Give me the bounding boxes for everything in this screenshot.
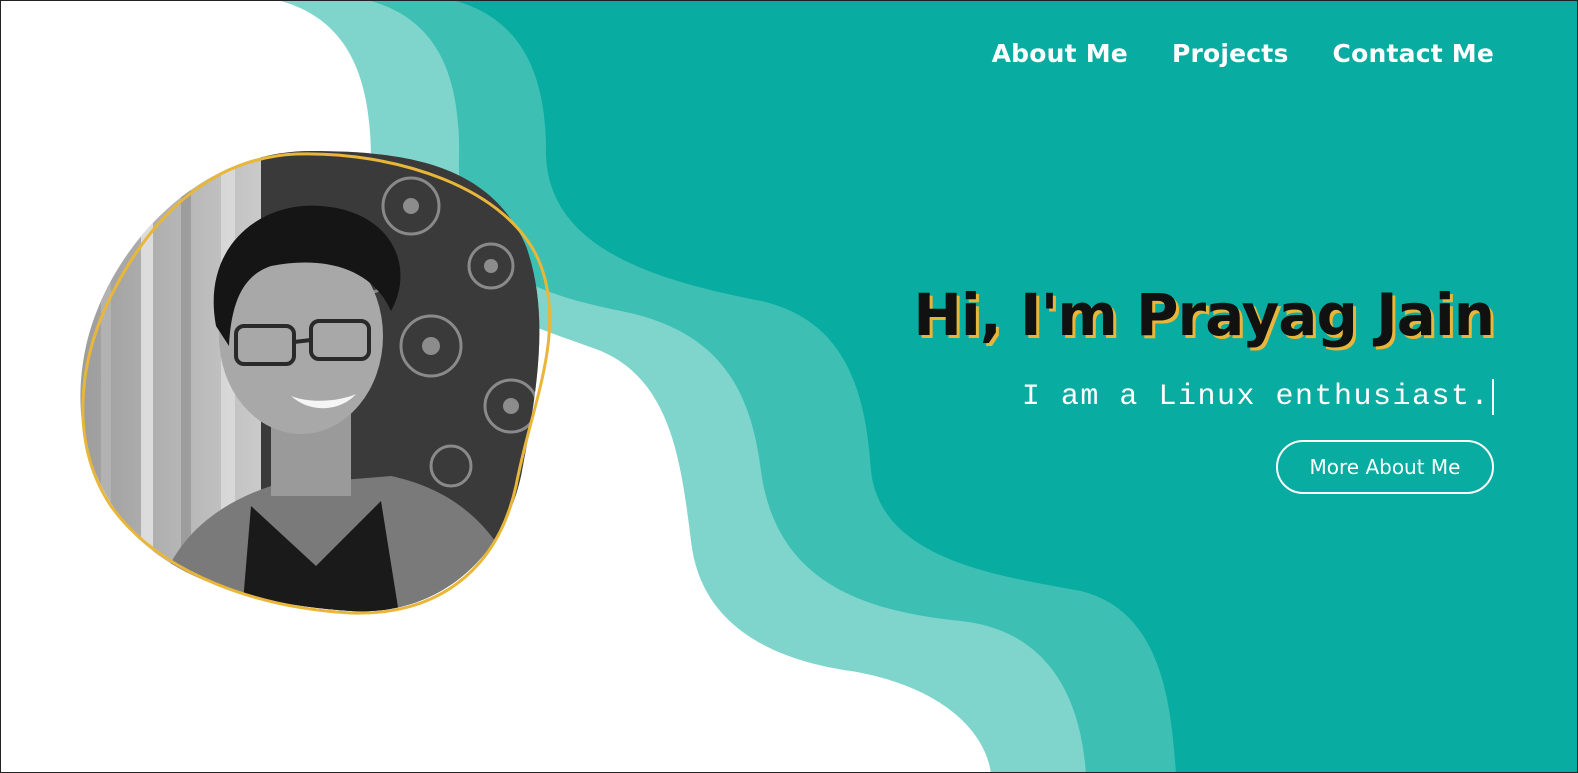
nav-about-me[interactable]: About Me	[992, 39, 1128, 68]
top-nav: About Me Projects Contact Me	[992, 39, 1494, 68]
nav-projects[interactable]: Projects	[1172, 39, 1289, 68]
nav-contact-me[interactable]: Contact Me	[1333, 39, 1494, 68]
typed-subtitle: I am a Linux enthusiast.	[1022, 379, 1494, 415]
hero-title: Hi, I'm Prayag Jain	[913, 281, 1495, 349]
text-caret	[1492, 379, 1494, 415]
subtitle-text: I am a Linux enthusiast.	[1021, 380, 1490, 414]
more-about-me-button[interactable]: More About Me	[1276, 440, 1494, 494]
profile-photo	[80, 151, 552, 615]
hero-page: About Me Projects Contact Me Hi, I'm Pra…	[0, 0, 1578, 773]
